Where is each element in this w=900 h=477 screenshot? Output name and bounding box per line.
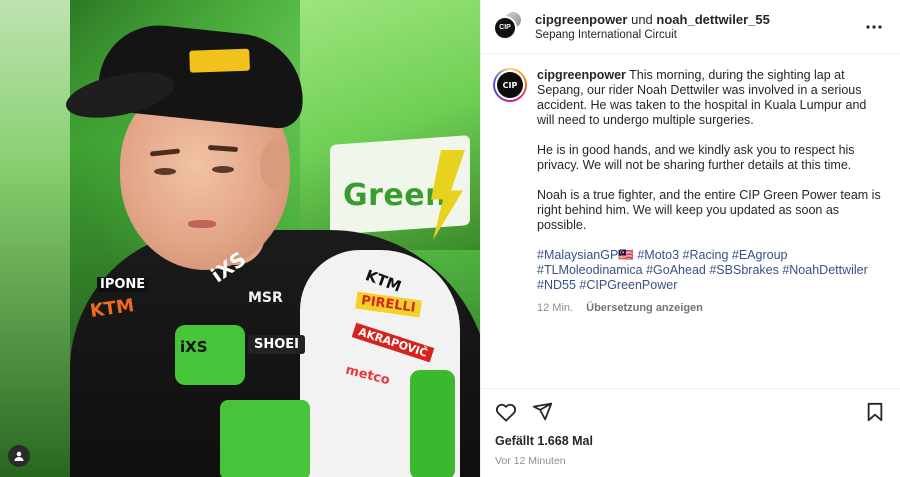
hashtag-link[interactable]: #CIPGreenPower [579,278,677,292]
like-button[interactable] [493,399,519,425]
more-options-button[interactable] [862,15,886,39]
collab-avatars[interactable]: CIP [493,9,523,42]
hashtag-link[interactable]: #GoAhead [646,263,706,277]
hashtag-link[interactable]: #EAgroup [732,248,788,262]
caption-paragraph-2: He is in good hands, and we kindly ask y… [537,143,855,172]
caption-time: 12 Min. [537,302,574,314]
suit-green-panel [220,400,310,477]
hashtag-link[interactable]: #TLMoleodinamica [537,263,643,277]
rider-figure [60,19,480,477]
header-usernames: cipgreenpower und noah_dettwiler_55 [535,12,862,27]
caption-avatar-ring: CIP [495,70,525,100]
hashtag-link[interactable]: #NoahDettwiler [782,263,867,277]
location-link[interactable]: Sepang International Circuit [535,29,862,41]
hashtag-link[interactable]: #Racing [683,248,729,262]
suit-green-side [410,370,455,477]
tagged-users-button[interactable] [8,445,30,467]
caption-text: cipgreenpower This morning, during the s… [537,68,886,388]
hashtag-link[interactable]: #ND55 [537,278,576,292]
cap-logo [189,48,250,73]
share-button[interactable] [529,399,555,425]
sponsor-shoei: SHOEI [248,335,306,354]
caption-paragraph-1: cipgreenpower This morning, during the s… [537,68,886,128]
save-button[interactable] [862,399,888,425]
caption-avatar-logo: CIP [497,72,523,98]
post-side-panel: CIP cipgreenpower und noah_dettwiler_55 … [480,0,900,477]
bookmark-icon [867,402,883,421]
hashtag-link[interactable]: #Moto3 [637,248,679,262]
right-eye [212,166,234,173]
action-bar [481,388,900,434]
collab-avatar-primary: CIP [493,15,517,40]
rider-ear [260,140,290,190]
left-eyebrow [149,148,181,157]
hashtag-link[interactable]: #MalaysianGP🇲🇾 [537,248,634,262]
post-header: CIP cipgreenpower und noah_dettwiler_55 … [481,0,900,54]
caption-paragraph-3: Noah is a true fighter, and the entire C… [537,188,881,232]
sponsor-ixs-chest: iXS [180,338,208,356]
sponsor-msr: MSR [248,290,283,306]
heart-icon [495,403,517,422]
sponsor-ipone: IPONE [97,277,149,292]
post-caption-area: CIP cipgreenpower This morning, during t… [481,54,900,388]
caption-meta: 12 Min. Übersetzung anzeigen [537,301,886,316]
right-eyebrow [207,144,239,153]
post-timestamp: Vor 12 Minuten [495,455,566,467]
caption-avatar[interactable]: CIP [493,68,527,102]
translate-link[interactable]: Übersetzung anzeigen [586,302,703,314]
header-username-1[interactable]: cipgreenpower [535,12,627,27]
hashtags: #MalaysianGP🇲🇾 #Moto3 #Racing #EAgroup #… [537,248,886,293]
instagram-post-modal: Green IPONE KTM iXS MSR SHOEI KTM PIRELL… [0,0,900,477]
like-count[interactable]: Gefällt 1.668 Mal [481,434,900,452]
hashtag-link[interactable]: #SBSbrakes [709,263,778,277]
header-joiner: und [631,12,653,27]
header-username-2[interactable]: noah_dettwiler_55 [656,12,769,27]
header-text: cipgreenpower und noah_dettwiler_55 Sepa… [535,12,862,41]
caption-username[interactable]: cipgreenpower [537,68,626,82]
left-eye [154,168,176,175]
share-icon [532,402,552,421]
rider-mouth [188,220,216,228]
user-icon [14,451,24,461]
more-icon [866,24,882,29]
post-photo: Green IPONE KTM iXS MSR SHOEI KTM PIRELL… [0,0,480,477]
